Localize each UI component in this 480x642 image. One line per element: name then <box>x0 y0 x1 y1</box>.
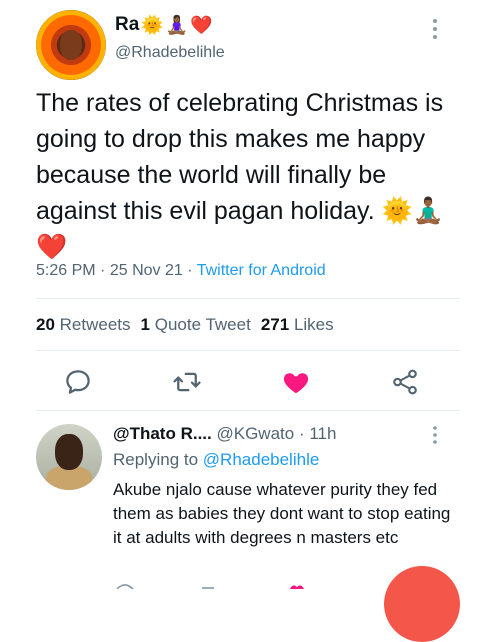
quotes-label: Quote Tweet <box>154 315 251 334</box>
more-vertical-icon[interactable] <box>430 17 440 41</box>
author-name: Ra <box>115 14 140 35</box>
reply-author-name[interactable]: @Thato R.... <box>113 424 212 443</box>
replying-to-handle[interactable]: @Rhadebelihle <box>203 450 320 469</box>
meta-separator: · <box>100 262 110 279</box>
share-icon[interactable] <box>390 367 420 397</box>
reply-header: @Thato R.... @KGwato · 11h <box>113 424 336 444</box>
author-handle[interactable]: @Rhadebelihle <box>115 44 225 62</box>
reply-handle[interactable]: @KGwato <box>216 424 294 443</box>
compose-button[interactable] <box>384 566 460 642</box>
meta-separator: · <box>187 262 197 279</box>
reply-author-avatar[interactable] <box>36 424 102 490</box>
tweet-text: The rates of celebrating Christmas is go… <box>36 85 456 265</box>
sun-emoji-icon: 🌞 <box>381 197 413 225</box>
retweets-count: 20 <box>36 315 55 334</box>
retweets-stat[interactable]: 20 Retweets <box>36 315 131 335</box>
tweet-stats: 20 Retweets 1 Quote Tweet 271 Likes <box>36 315 334 335</box>
meditation-emoji-icon: 🧘🏾‍♀️ <box>165 14 189 35</box>
author-avatar[interactable] <box>36 10 106 80</box>
likes-count: 271 <box>260 315 290 334</box>
reply-bubble-icon[interactable] <box>115 583 135 589</box>
retweet-icon[interactable] <box>172 367 202 397</box>
heart-emoji-icon: ❤️ <box>36 233 68 261</box>
quotes-count: 1 <box>140 315 150 334</box>
meta-separator: · <box>298 424 310 443</box>
avatar-face <box>55 434 83 470</box>
divider <box>36 298 460 299</box>
reply-bubble-icon[interactable] <box>63 367 93 397</box>
tweet-meta: 5:26 PM · 25 Nov 21 · Twitter for Androi… <box>36 262 326 280</box>
tweet-date: 25 Nov 21 <box>109 262 183 279</box>
reply-text: Akube njalo cause whatever purity they f… <box>113 480 451 547</box>
tweet-time: 5:26 PM <box>36 262 96 279</box>
divider <box>36 350 460 351</box>
meditation-emoji-icon: 🧘🏾‍♂️ <box>412 197 444 225</box>
retweet-icon[interactable] <box>200 583 216 589</box>
tweet-source-link[interactable]: Twitter for Android <box>197 262 326 279</box>
heart-filled-icon[interactable] <box>281 367 311 397</box>
author-name-row[interactable]: Ra 🌞 🧘🏾‍♀️ ❤️ <box>115 14 213 36</box>
avatar-face <box>60 30 82 60</box>
more-vertical-icon[interactable] <box>430 425 440 445</box>
retweets-label: Retweets <box>59 315 131 334</box>
sun-emoji-icon: 🌞 <box>141 14 164 35</box>
replying-to: Replying to @Rhadebelihle <box>113 450 319 470</box>
likes-stat[interactable]: 271 Likes <box>261 315 334 335</box>
quotes-stat[interactable]: 1 Quote Tweet <box>141 315 251 335</box>
divider <box>36 410 460 411</box>
heart-filled-icon[interactable] <box>288 583 306 589</box>
heart-emoji-icon: ❤️ <box>190 14 213 35</box>
likes-label: Likes <box>293 315 334 334</box>
reply-age: 11h <box>309 424 337 443</box>
replying-to-label: Replying to <box>113 450 199 469</box>
